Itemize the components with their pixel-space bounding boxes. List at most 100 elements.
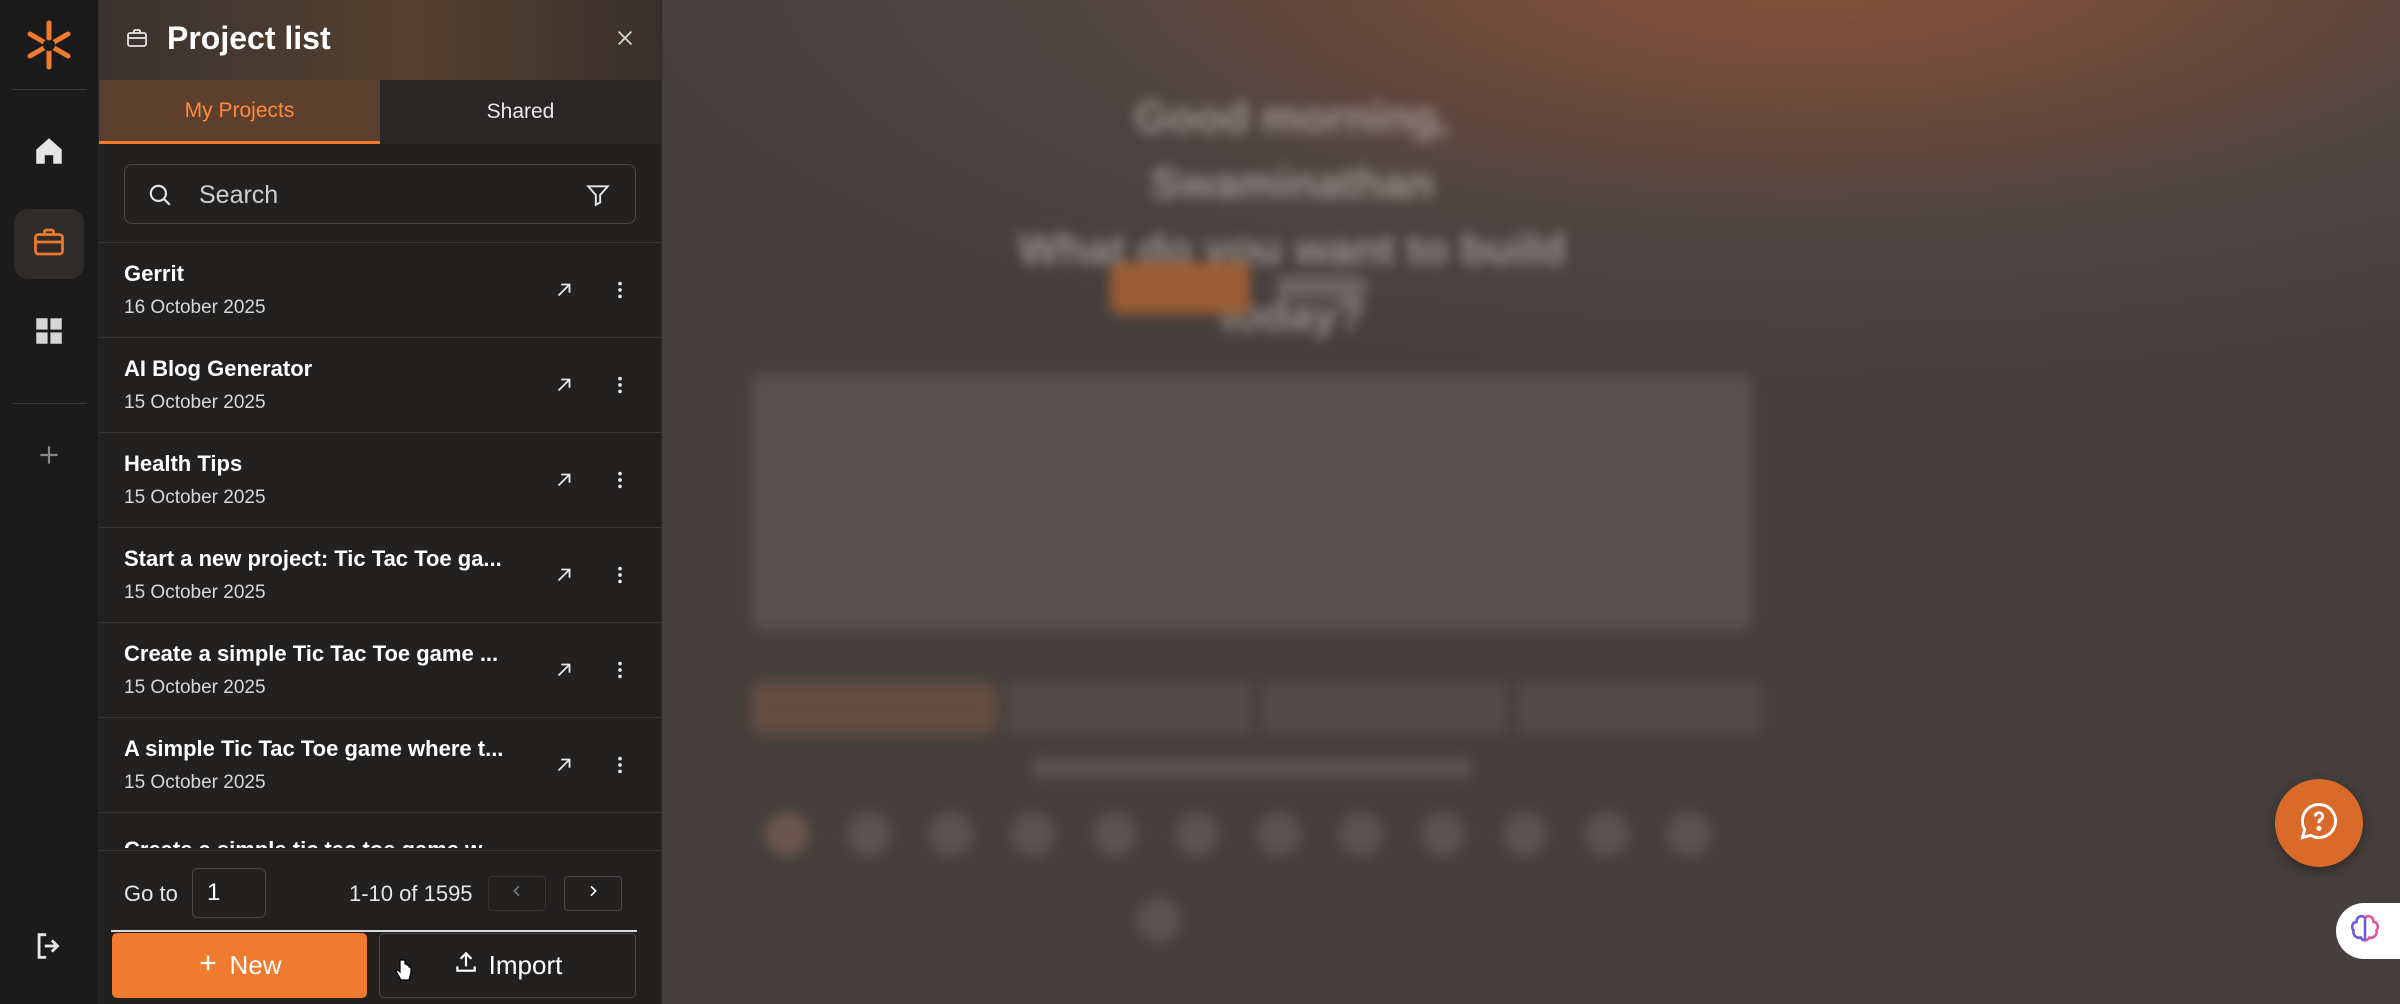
rail-home[interactable] [14, 118, 84, 188]
prompt-box [752, 375, 1752, 630]
mode-pill [1110, 262, 1250, 314]
integration-icon [1093, 812, 1137, 856]
project-row[interactable]: AI Blog Generator 15 October 2025 [99, 338, 662, 433]
new-button-label: New [229, 950, 282, 980]
tab-my-projects[interactable]: My Projects [99, 80, 380, 144]
project-date: 15 October 2025 [124, 582, 266, 603]
project-row[interactable]: Create a simple tic tac toe game w... [99, 813, 662, 848]
more-vertical-icon[interactable] [609, 657, 631, 688]
project-row[interactable]: Health Tips 15 October 2025 [99, 433, 662, 528]
panel-header: Project list [99, 0, 661, 80]
pagination-range: 1-10 of 1595 [349, 881, 473, 906]
search-icon [147, 182, 173, 213]
import-button[interactable]: Import [379, 933, 636, 998]
rail-divider [12, 403, 87, 404]
hint-text [1032, 758, 1472, 778]
home-icon [32, 134, 66, 173]
more-vertical-icon[interactable] [609, 277, 631, 308]
project-date: 15 October 2025 [124, 392, 266, 413]
left-rail [0, 0, 99, 1004]
open-arrow-icon[interactable] [553, 564, 575, 591]
search-input[interactable]: Search [124, 164, 636, 224]
pagination: Go to 1-10 of 1595 [99, 850, 662, 930]
pointer-cursor-icon [394, 958, 412, 989]
rail-logout[interactable] [14, 913, 84, 983]
goto-label: Go to [124, 881, 178, 906]
grid-icon [32, 314, 66, 353]
help-chat-button[interactable] [2275, 779, 2363, 867]
project-row[interactable]: Create a simple Tic Tac Toe game ... 15 … [99, 623, 662, 718]
blurred-content: Good morning, Swaminathan What do you wa… [662, 0, 2400, 1004]
project-row[interactable]: Start a new project: Tic Tac Toe ga... 1… [99, 528, 662, 623]
more-vertical-icon[interactable] [609, 752, 631, 783]
greeting: Good morning, Swaminathan What do you wa… [992, 85, 1592, 349]
more-vertical-icon[interactable] [609, 467, 631, 498]
option-chip [1007, 682, 1252, 734]
integration-icon [1175, 812, 1219, 856]
close-panel-button[interactable] [609, 24, 641, 56]
upload-icon [453, 949, 479, 982]
chevron-left-icon [509, 883, 525, 904]
page-number-input[interactable] [192, 868, 266, 918]
integration-icon [1339, 812, 1383, 856]
project-name: AI Blog Generator [124, 356, 313, 381]
project-name: Health Tips [124, 451, 243, 476]
integration-icon [1257, 812, 1301, 856]
chevron-right-icon [585, 883, 601, 904]
rail-projects[interactable] [14, 209, 84, 279]
project-name: Create a simple tic tac toe game w... [124, 837, 500, 848]
option-chip [752, 682, 997, 734]
integration-icon [1137, 898, 1181, 942]
prev-page-button[interactable] [488, 876, 546, 911]
plus-icon [36, 442, 62, 473]
mode-pill-secondary [1277, 276, 1367, 298]
chat-help-icon [2297, 799, 2341, 848]
project-row[interactable]: Gerrit 16 October 2025 [99, 243, 662, 338]
integration-icon [1585, 812, 1629, 856]
integration-icon [1421, 812, 1465, 856]
open-arrow-icon[interactable] [553, 659, 575, 686]
close-icon [614, 27, 636, 54]
more-vertical-icon[interactable] [609, 562, 631, 593]
project-date: 15 October 2025 [124, 677, 266, 698]
integration-icon [1011, 812, 1055, 856]
open-arrow-icon[interactable] [553, 374, 575, 401]
integration-icon [765, 812, 809, 856]
new-project-button[interactable]: New [112, 933, 367, 998]
open-arrow-icon[interactable] [553, 279, 575, 306]
integration-icon [1667, 812, 1711, 856]
main-background: Good morning, Swaminathan What do you wa… [662, 0, 2400, 1004]
logout-icon [32, 929, 66, 968]
project-row[interactable]: A simple Tic Tac Toe game where t... 15 … [99, 718, 662, 813]
next-page-button[interactable] [564, 876, 622, 911]
search-placeholder: Search [199, 181, 279, 209]
more-vertical-icon[interactable] [609, 372, 631, 403]
briefcase-icon [125, 26, 149, 55]
rail-add[interactable] [14, 422, 84, 492]
briefcase-icon [31, 224, 67, 265]
project-name: Gerrit [124, 261, 184, 286]
project-name: Create a simple Tic Tac Toe game ... [124, 641, 499, 666]
footer-divider [111, 930, 637, 932]
greeting-line-1: Good morning, Swaminathan [1134, 93, 1450, 208]
open-arrow-icon[interactable] [553, 754, 575, 781]
integration-icons [757, 800, 1757, 870]
open-arrow-icon[interactable] [553, 469, 575, 496]
option-chip [1517, 682, 1762, 734]
project-name: A simple Tic Tac Toe game where t... [124, 736, 504, 761]
project-date: 15 October 2025 [124, 772, 266, 793]
brain-icon [2348, 912, 2382, 951]
rail-templates[interactable] [14, 298, 84, 368]
project-tabs: My Projects Shared [99, 80, 661, 144]
panel-title: Project list [167, 20, 331, 56]
rail-divider [12, 89, 87, 90]
integration-icon [929, 812, 973, 856]
plus-icon [197, 950, 219, 981]
brand-logo-icon[interactable] [22, 18, 76, 72]
option-chip [1262, 682, 1507, 734]
tab-shared[interactable]: Shared [380, 80, 661, 144]
filter-icon[interactable] [585, 182, 611, 213]
project-list: Gerrit 16 October 2025 AI Blog Generator… [99, 242, 662, 848]
ai-assistant-badge[interactable] [2336, 903, 2400, 959]
project-date: 16 October 2025 [124, 297, 266, 318]
